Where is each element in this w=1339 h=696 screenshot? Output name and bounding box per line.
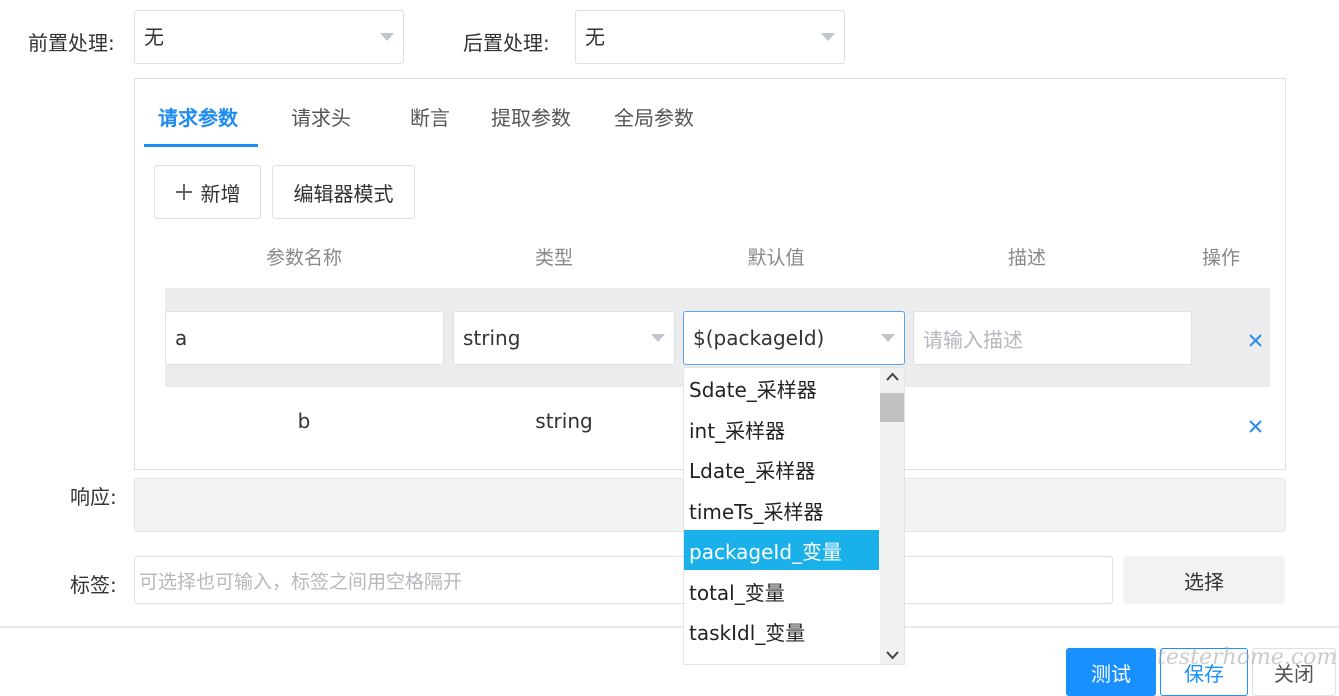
- add-button-label: 新增: [200, 181, 241, 206]
- dropdown-option[interactable]: Sdate_采样器: [684, 368, 879, 408]
- test-button[interactable]: 测试: [1066, 648, 1156, 696]
- watermark-text: testerhome.com: [1157, 645, 1338, 670]
- pre-process-select[interactable]: 无: [134, 10, 404, 64]
- close-icon: [1249, 334, 1262, 347]
- description-input[interactable]: 请输入描述: [913, 311, 1192, 365]
- dropdown-option[interactable]: int_采样器: [684, 409, 879, 449]
- close-icon: [1249, 420, 1262, 433]
- param-name-input[interactable]: a: [165, 311, 444, 365]
- response-label: 响应:: [70, 485, 117, 509]
- param-type-select[interactable]: string: [453, 311, 675, 365]
- scroll-down-icon[interactable]: [886, 650, 899, 660]
- row-b-name: b: [297, 409, 311, 433]
- chevron-down-icon: [821, 33, 835, 41]
- row-b-type: string: [535, 409, 593, 433]
- header-description: 描述: [1007, 247, 1046, 269]
- tab-global-params[interactable]: 全局参数: [614, 102, 694, 131]
- default-value-select[interactable]: $(packageId): [683, 311, 905, 365]
- post-process-value: 无: [585, 25, 605, 49]
- dropdown-option-selected[interactable]: packageId_变量: [684, 530, 879, 570]
- default-value-dropdown: Sdate_采样器 int_采样器 Ldate_采样器 timeTs_采样器 p…: [683, 367, 905, 665]
- editor-mode-button[interactable]: 编辑器模式: [272, 165, 415, 219]
- description-placeholder: 请输入描述: [923, 327, 1023, 352]
- header-default-value: 默认值: [747, 247, 805, 269]
- default-value-text: $(packageId): [693, 326, 825, 350]
- tags-placeholder: 可选择也可输入，标签之间用空格隔开: [139, 570, 463, 593]
- chevron-down-icon: [881, 334, 895, 342]
- pre-process-value: 无: [144, 25, 164, 49]
- param-name-value: a: [175, 326, 188, 350]
- post-process-select[interactable]: 无: [575, 10, 845, 64]
- tab-active-indicator: [144, 144, 258, 147]
- tab-extract-params[interactable]: 提取参数: [491, 102, 571, 131]
- dropdown-option[interactable]: taskIdl_变量: [684, 611, 879, 651]
- add-button[interactable]: 新增: [154, 165, 261, 219]
- footer-divider: [0, 626, 1339, 628]
- dropdown-option[interactable]: pageIndex_变量: [684, 652, 879, 665]
- tab-request-params[interactable]: 请求参数: [158, 102, 238, 131]
- dropdown-option[interactable]: timeTs_采样器: [684, 490, 879, 530]
- header-param-name: 参数名称: [265, 247, 342, 269]
- tab-assertions[interactable]: 断言: [410, 102, 450, 131]
- scroll-up-icon[interactable]: [886, 372, 899, 382]
- scrollbar-thumb[interactable]: [880, 393, 904, 422]
- pre-process-label: 前置处理:: [28, 31, 115, 55]
- header-type: 类型: [534, 247, 573, 269]
- tags-select-button[interactable]: 选择: [1123, 556, 1285, 604]
- delete-row-b-button[interactable]: [1249, 414, 1262, 438]
- dropdown-scrollbar[interactable]: [880, 368, 904, 664]
- header-operation: 操作: [1201, 247, 1240, 269]
- dropdown-option[interactable]: Ldate_采样器: [684, 449, 879, 489]
- post-process-label: 后置处理:: [463, 31, 550, 55]
- chevron-down-icon: [380, 33, 394, 41]
- dropdown-option[interactable]: total_变量: [684, 571, 879, 611]
- param-type-value: string: [463, 326, 521, 350]
- delete-row-a-button[interactable]: [1249, 328, 1262, 352]
- tab-request-headers[interactable]: 请求头: [291, 102, 351, 131]
- tags-input[interactable]: 可选择也可输入，标签之间用空格隔开: [134, 556, 1113, 604]
- tags-label: 标签:: [70, 573, 117, 597]
- chevron-down-icon: [651, 334, 665, 342]
- plus-icon: [175, 184, 192, 200]
